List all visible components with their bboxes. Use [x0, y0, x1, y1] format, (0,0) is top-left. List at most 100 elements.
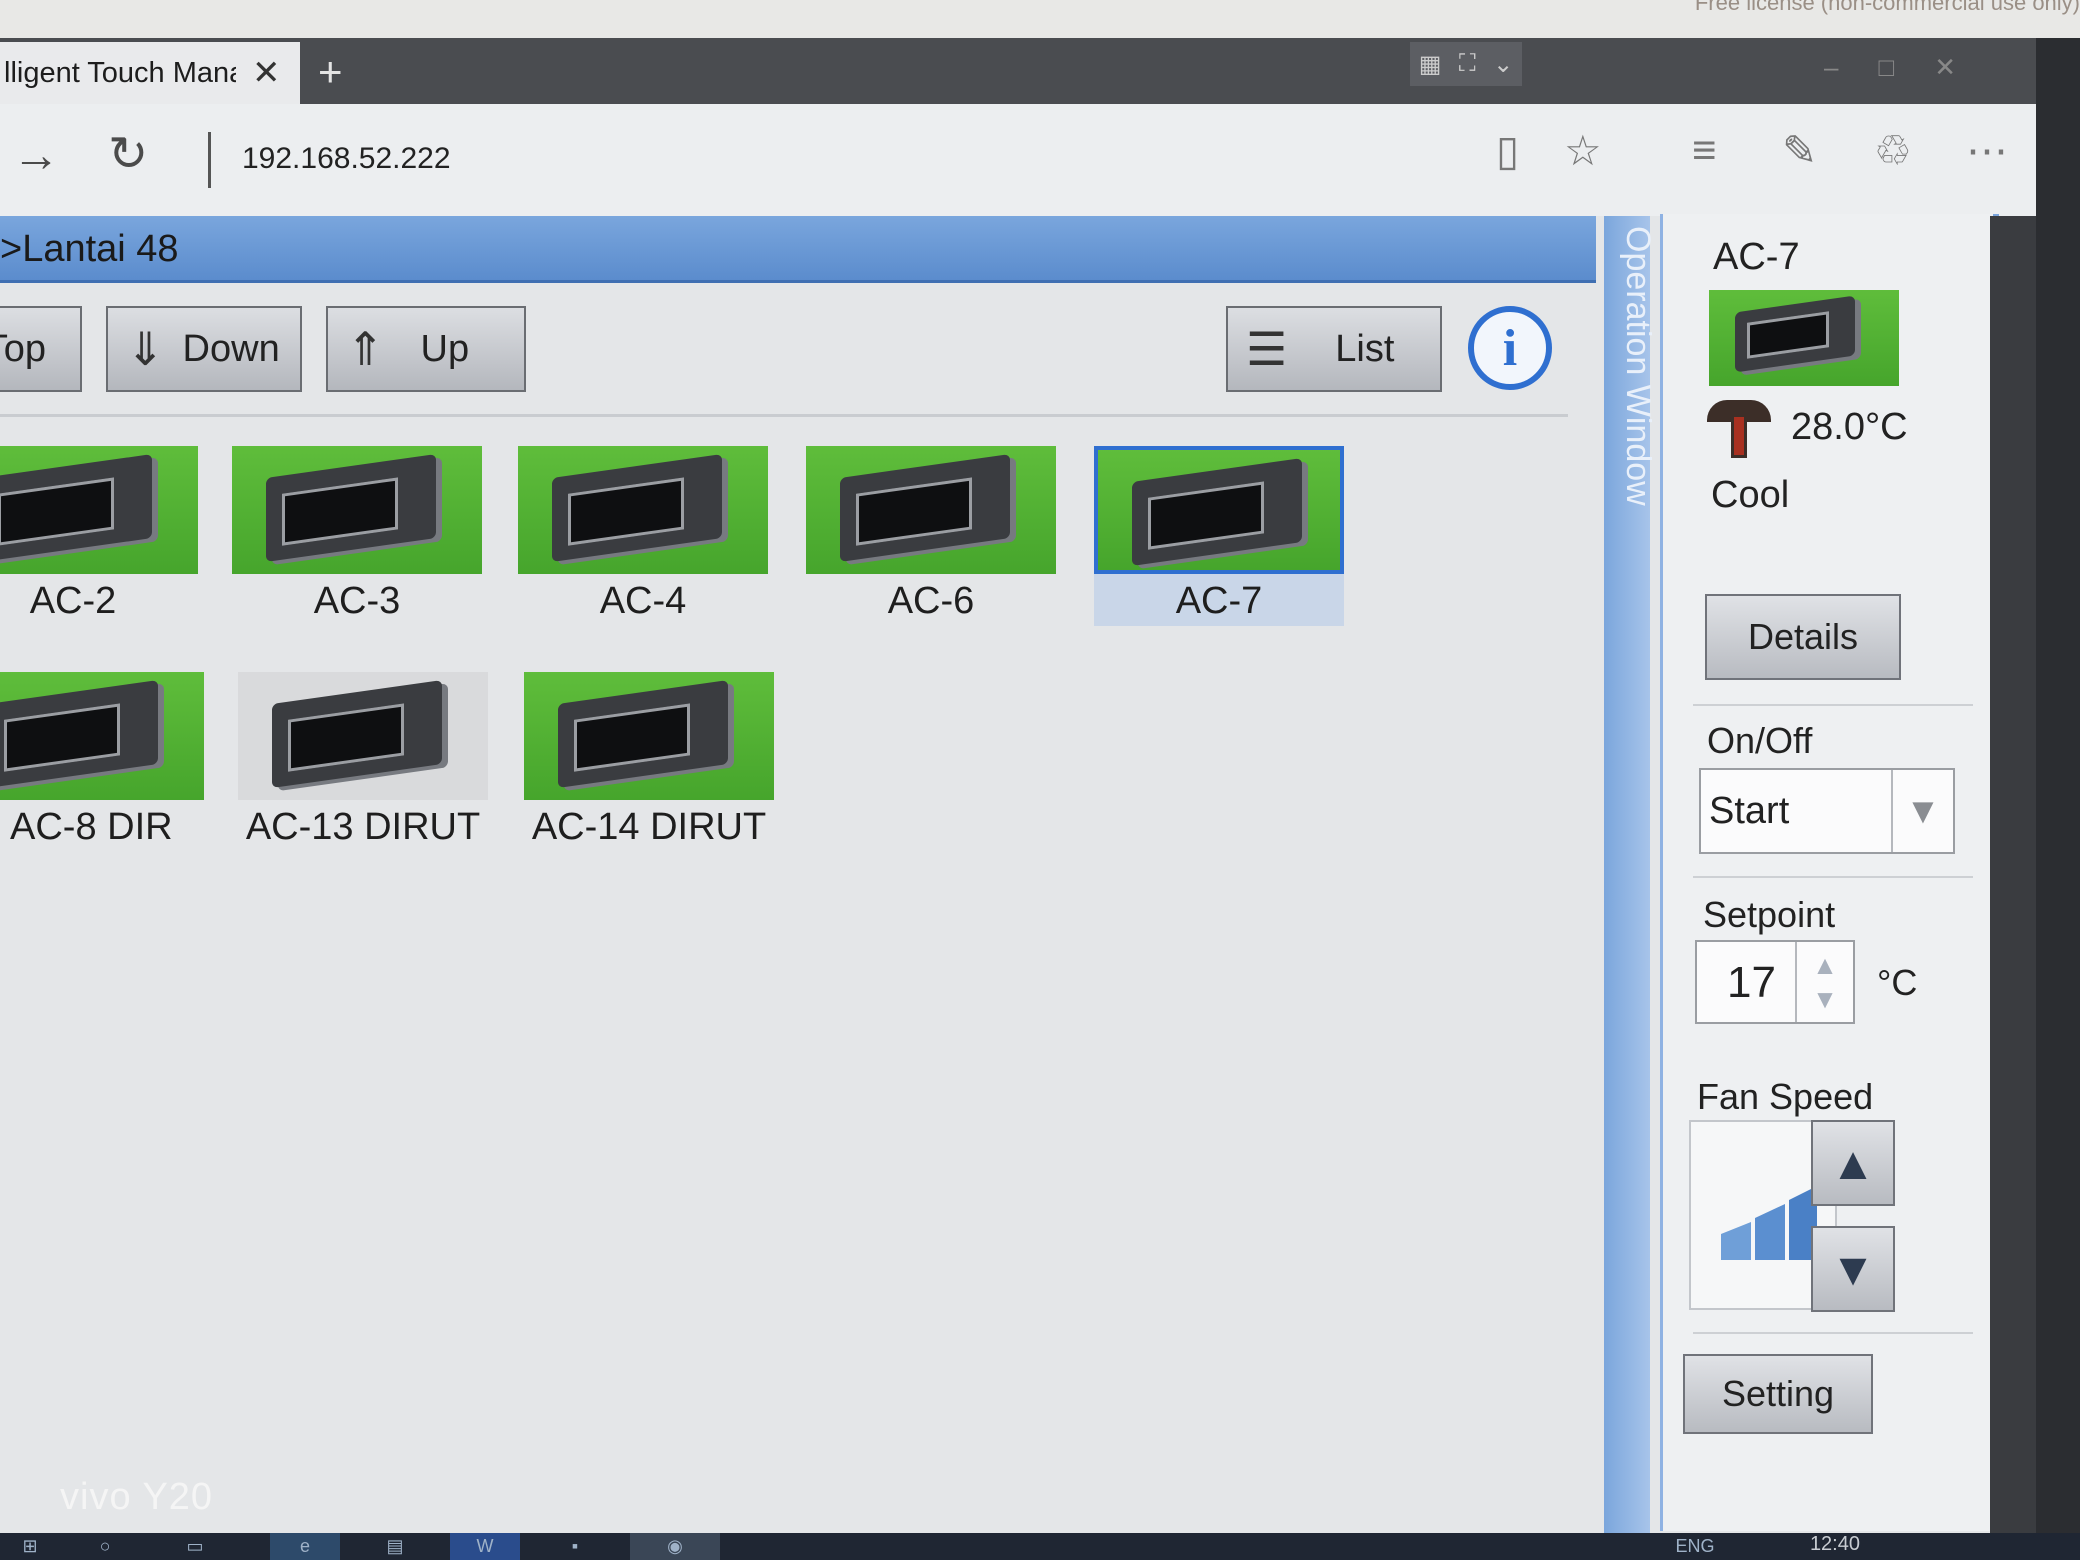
reading-view-icon[interactable]: ▯ — [1496, 126, 1519, 175]
air-conditioner-icon — [0, 680, 158, 788]
chrome-icon[interactable]: ◉ — [630, 1533, 720, 1560]
operation-mode: Cool — [1711, 474, 1790, 516]
tab-title: lligent Touch Manag — [4, 56, 236, 89]
browser-tab[interactable]: lligent Touch Manag ✕ — [0, 42, 300, 104]
word-icon[interactable]: W — [450, 1533, 520, 1560]
web-viewport: >Lantai 48 Top ⇓ Down ⇑ Up ☰ List i AC-2… — [0, 214, 2036, 1533]
chevron-down-icon[interactable]: ⌄ — [1493, 50, 1513, 79]
operation-window-label: Operation Window — [1619, 226, 1657, 506]
setpoint-up-icon[interactable]: ▲ — [1812, 948, 1838, 982]
unit-name: AC-4 — [599, 580, 687, 622]
top-button-label: Top — [0, 327, 46, 370]
refresh-icon[interactable]: ↻ — [108, 126, 148, 182]
details-button-label: Details — [1747, 616, 1859, 657]
arrow-down-icon: ⇓ — [126, 323, 165, 375]
nav-separator — [208, 132, 211, 188]
unit-ac-4[interactable]: AC-4 — [518, 446, 768, 622]
file-explorer-icon[interactable]: ▤ — [360, 1533, 430, 1560]
setting-button[interactable]: Setting — [1683, 1354, 1873, 1434]
setpoint-down-icon[interactable]: ▼ — [1812, 982, 1838, 1016]
room-temperature: 28.0°C — [1791, 406, 1908, 448]
maximize-icon[interactable]: □ — [1878, 52, 1934, 82]
unit-name: AC-13 DIRUT — [245, 806, 481, 848]
setpoint-arrows[interactable]: ▲ ▼ — [1795, 942, 1853, 1022]
unit-name: AC-2 — [29, 580, 117, 622]
tab-close-icon[interactable]: ✕ — [252, 53, 281, 93]
details-button[interactable]: Details — [1705, 594, 1901, 680]
thermometer-icon — [1707, 400, 1771, 458]
unit-name: AC-6 — [887, 580, 975, 622]
unit-ac-2[interactable]: AC-2 — [0, 446, 198, 622]
up-button[interactable]: ⇑ Up — [326, 306, 526, 392]
up-button-label: Up — [420, 327, 470, 370]
more-icon[interactable]: ⋯ — [1966, 126, 2008, 175]
unit-ac-3[interactable]: AC-3 — [232, 446, 482, 622]
breadcrumb: >Lantai 48 — [0, 228, 179, 270]
favorite-star-icon[interactable]: ☆ — [1564, 126, 1602, 175]
start-icon[interactable]: ⊞ — [0, 1533, 60, 1560]
edge-icon[interactable]: e — [270, 1533, 340, 1560]
tab-actions[interactable]: ▦ ⛶ ⌄ — [1410, 42, 1522, 86]
unit-tile — [0, 446, 198, 574]
browser-nav-bar: → ↻ 192.168.52.222 ▯ ☆ ≡ ✎ ♲ ⋯ — [0, 104, 2036, 216]
unit-tile — [232, 446, 482, 574]
setpoint-value: 17 — [1727, 958, 1776, 1007]
unit-ac-8-dir[interactable]: AC-8 DIR — [0, 672, 204, 848]
dropdown-arrow-icon[interactable]: ▼ — [1891, 770, 1953, 852]
arrow-down-icon: ▼ — [1830, 1243, 1876, 1295]
browser-tab-bar: lligent Touch Manag ✕ + ▦ ⛶ ⌄ –□✕ — [0, 38, 2036, 104]
list-button[interactable]: ☰ List — [1226, 306, 1442, 392]
setpoint-unit: °C — [1877, 962, 1918, 1003]
screen-top-strip: Free license (non-commercial use only) — [0, 0, 2080, 38]
onoff-select[interactable]: Start ▼ — [1699, 768, 1955, 854]
down-button[interactable]: ⇓ Down — [106, 306, 302, 392]
list-icon: ☰ — [1246, 323, 1288, 375]
fan-speed-up-button[interactable]: ▲ — [1811, 1120, 1895, 1206]
language-indicator[interactable]: ENG — [1660, 1533, 1730, 1560]
fan-speed-label: Fan Speed — [1697, 1076, 1874, 1117]
unit-tile — [806, 446, 1056, 574]
app-icon[interactable]: ▪ — [540, 1533, 610, 1560]
down-button-label: Down — [182, 327, 280, 370]
address-bar[interactable]: 192.168.52.222 — [242, 142, 451, 176]
operation-window: AC-7 28.0°C Cool Details On/Off Start ▼ … — [1660, 214, 1999, 1531]
fan-speed-down-button[interactable]: ▼ — [1811, 1226, 1895, 1312]
unit-tile — [0, 672, 204, 800]
setting-button-label: Setting — [1721, 1373, 1835, 1414]
close-window-icon[interactable]: ✕ — [1934, 52, 1996, 82]
air-conditioner-icon — [552, 454, 722, 562]
minimize-icon[interactable]: – — [1824, 52, 1878, 82]
setpoint-stepper[interactable]: 17 ▲ ▼ — [1695, 940, 1855, 1024]
unit-ac-7[interactable]: AC-7 — [1094, 446, 1344, 626]
air-conditioner-icon — [1735, 295, 1855, 373]
arrow-up-icon: ▲ — [1830, 1137, 1876, 1189]
onoff-label: On/Off — [1707, 720, 1813, 761]
air-conditioner-icon — [0, 454, 152, 562]
unit-ac-13-dirut[interactable]: AC-13 DIRUT — [238, 672, 488, 848]
unit-tile — [1094, 446, 1344, 574]
unit-tile — [518, 446, 768, 574]
forward-icon[interactable]: → — [12, 128, 60, 183]
hub-icon[interactable]: ≡ — [1692, 126, 1717, 174]
air-conditioner-icon — [840, 454, 1010, 562]
tab-preview-icon[interactable]: ⛶ — [1459, 50, 1476, 78]
unit-ac-14-dirut[interactable]: AC-14 DIRUT — [524, 672, 774, 848]
search-icon[interactable]: ○ — [80, 1533, 130, 1560]
camera-watermark: vivo Y20 — [60, 1476, 214, 1518]
unit-ac-6[interactable]: AC-6 — [806, 446, 1056, 622]
web-note-icon[interactable]: ✎ — [1782, 126, 1817, 175]
top-button[interactable]: Top — [0, 306, 82, 392]
selected-unit-tile — [1709, 290, 1899, 386]
share-icon[interactable]: ♲ — [1874, 126, 1912, 175]
window-controls: –□✕ — [1824, 52, 1996, 83]
taskbar-clock[interactable]: 12:40 — [1810, 1533, 1860, 1556]
taskbar: ⊞ ○ ▭ e ▤ W ▪ ◉ ENG 12:40 — [0, 1533, 2080, 1560]
info-icon[interactable]: i — [1468, 306, 1552, 390]
new-tab-icon[interactable]: + — [318, 48, 343, 96]
unit-tile — [524, 672, 774, 800]
unit-name: AC-3 — [313, 580, 401, 622]
task-view-icon[interactable]: ▭ — [170, 1533, 220, 1560]
tab-grid-icon[interactable]: ▦ — [1419, 50, 1442, 79]
panel-divider — [1693, 704, 1973, 706]
area-header: >Lantai 48 — [0, 216, 1596, 283]
